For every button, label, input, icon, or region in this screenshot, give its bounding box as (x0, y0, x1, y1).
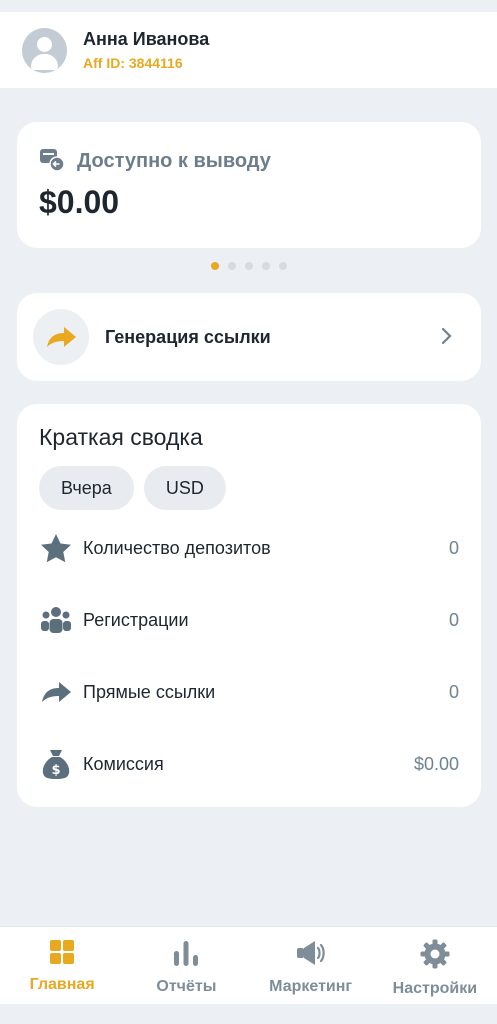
summary-row-direct-links: Прямые ссылки 0 (39, 672, 459, 712)
summary-row-registrations: Регистрации 0 (39, 600, 459, 640)
summary-card: Краткая сводка Вчера USD Количество депо… (17, 404, 481, 807)
user-name: Анна Иванова (83, 29, 210, 49)
row-label: Количество депозитов (83, 537, 271, 558)
tab-reports[interactable]: Отчёты (124, 927, 248, 1004)
share-arrow-icon (39, 675, 73, 709)
chevron-right-icon (441, 327, 453, 350)
tab-settings[interactable]: Настройки (373, 927, 497, 1004)
generate-link-button[interactable]: Генерация ссылки (17, 293, 481, 381)
currency-chip[interactable]: USD (143, 466, 226, 510)
wallet-icon (39, 146, 65, 177)
generate-link-label: Генерация ссылки (105, 326, 271, 347)
carousel-dot[interactable] (227, 262, 236, 270)
carousel-dot[interactable] (244, 262, 253, 270)
grid-icon (49, 939, 75, 970)
money-bag-icon: $ (39, 747, 73, 781)
balance-card[interactable]: Доступно к выводу $0.00 (17, 122, 481, 248)
bottom-tab-bar: Главная Отчёты Маркетинг Настройки (0, 926, 497, 1004)
megaphone-icon (296, 939, 326, 972)
summary-row-commission: $ Комиссия $0.00 (39, 744, 459, 784)
tab-label: Отчёты (156, 978, 217, 995)
carousel-dot[interactable] (210, 262, 219, 270)
period-chip[interactable]: Вчера (39, 466, 134, 510)
tab-label: Настройки (392, 980, 478, 997)
tab-home[interactable]: Главная (0, 927, 124, 1004)
row-label: Прямые ссылки (83, 681, 216, 702)
row-value: 0 (448, 537, 459, 558)
carousel-dot[interactable] (278, 262, 287, 270)
balance-amount: $0.00 (39, 184, 120, 220)
tab-marketing[interactable]: Маркетинг (249, 927, 373, 1004)
carousel-indicator (0, 262, 497, 270)
bar-chart-icon (172, 939, 200, 972)
aff-id: Aff ID: 3844116 (83, 55, 183, 71)
gear-icon (420, 939, 450, 974)
users-icon (39, 603, 73, 637)
profile-header[interactable]: Анна Иванова Aff ID: 3844116 (0, 12, 497, 88)
star-icon (39, 531, 73, 565)
summary-title: Краткая сводка (39, 424, 203, 450)
row-label: Комиссия (83, 753, 164, 774)
avatar[interactable] (22, 27, 67, 73)
forward-arrow-icon (33, 309, 89, 365)
row-label: Регистрации (83, 609, 189, 630)
row-value: 0 (448, 609, 459, 630)
summary-row-deposits: Количество депозитов 0 (39, 528, 459, 568)
carousel-dot[interactable] (261, 262, 270, 270)
row-value: $0.00 (413, 753, 459, 774)
tab-label: Главная (29, 976, 95, 993)
row-value: 0 (448, 681, 459, 702)
tab-label: Маркетинг (269, 978, 353, 995)
svg-text:$: $ (51, 763, 60, 778)
balance-title: Доступно к выводу (77, 150, 271, 172)
